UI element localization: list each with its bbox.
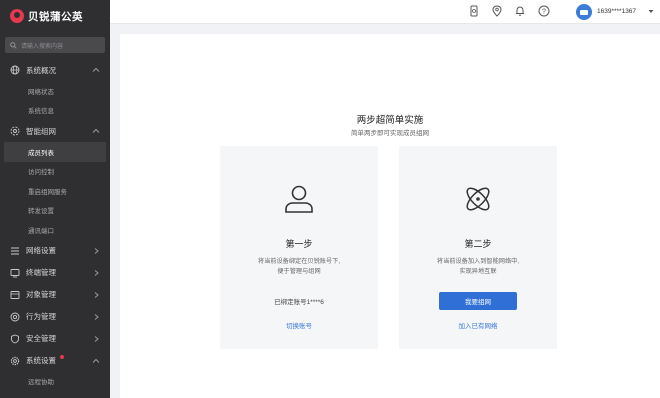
chevron-right-icon [94,247,99,254]
globe-icon [10,65,20,75]
list-icon [10,246,20,256]
step2-desc-line2: 实现异地互联 [459,268,497,275]
gear-icon [10,356,20,366]
help-icon[interactable]: ? [538,5,550,17]
sidebar-group-label: 终端管理 [26,268,56,277]
sidebar-item-access-control[interactable]: 访问控制 [0,162,110,182]
join-network-link[interactable]: 加入已有网络 [399,320,557,330]
page-title: 两步超简单实施 [356,115,424,126]
svg-text:?: ? [542,9,546,16]
sidebar-group-system-settings[interactable]: 系统设置 [0,350,110,372]
location-icon[interactable] [491,5,503,17]
atom-icon [466,187,490,211]
sidebar-group-label: 系统设置 [26,356,56,365]
step1-description: 将当前设备绑定在贝锐账号下, 便于管理与组网 [220,257,378,277]
terminal-icon [10,268,20,278]
avatar[interactable] [576,4,592,20]
logo-icon [10,9,24,23]
sidebar-group-object[interactable]: 对象管理 [0,284,110,306]
chevron-up-icon [92,128,100,133]
sidebar-group-label: 对象管理 [26,290,56,299]
sidebar-item-comm-port[interactable]: 通讯端口 [0,220,110,240]
step1-title: 第一步 [285,239,313,249]
sidebar-group-smart-network[interactable]: 智能组网 [0,120,110,142]
caret-down-icon[interactable] [648,9,654,14]
network-icon [10,126,20,136]
sidebar-item-system-info[interactable]: 系统信息 [0,101,110,121]
brand[interactable]: 贝锐蒲公英 [0,0,110,32]
sidebar-group-label: 系统概况 [26,65,56,75]
sidebar-group-label: 安全管理 [26,334,56,343]
step2-card: 第二步 将当前设备加入到智能网络中, 实现异地互联 我要组网 加入已有网络 [399,146,557,349]
sidebar-group-label: 网络设置 [26,246,56,255]
search-placeholder: 请输入搜索内容 [21,43,64,50]
step1-desc-line1: 将当前设备绑定在贝锐账号下, [257,258,341,265]
chevron-up-icon [92,358,100,363]
notification-badge [60,354,64,359]
bound-account: 已绑定账号1****6 [274,299,324,306]
chevron-right-icon [94,335,99,342]
sidebar-group-behavior[interactable]: 行为管理 [0,306,110,328]
sidebar-group-network-settings[interactable]: 网络设置 [0,240,110,262]
step2-description: 将当前设备加入到智能网络中, 实现异地互联 [399,257,557,277]
bell-icon[interactable] [514,5,526,17]
device-icon[interactable] [468,5,480,17]
shield-icon [10,334,20,344]
page-subtitle: 简单两步即可实现成员组网 [351,130,429,137]
chevron-right-icon [94,291,99,298]
user-icon [285,185,313,213]
switch-account-link[interactable]: 切换账号 [220,320,378,330]
user-account[interactable]: 1639****1367 [597,8,636,15]
sidebar-group-overview[interactable]: 系统概况 [0,59,110,81]
sidebar-group-security[interactable]: 安全管理 [0,328,110,350]
sidebar-item-remote-assist[interactable]: 远程协助 [0,372,110,392]
search-icon [10,41,17,49]
sidebar-group-label: 行为管理 [26,312,56,321]
sidebar-item-member-list[interactable]: 成员列表 [4,142,106,162]
chevron-right-icon [94,269,99,276]
sidebar-group-terminal[interactable]: 终端管理 [0,262,110,284]
sidebar-group-label: 智能组网 [26,126,56,136]
sidebar-item-network-status[interactable]: 网络状态 [0,81,110,101]
step2-title: 第二步 [464,239,492,249]
step1-desc-line2: 便于管理与组网 [277,268,321,275]
object-icon [10,290,20,300]
chevron-right-icon [94,313,99,320]
sidebar-item-restart-service[interactable]: 重启组网服务 [0,181,110,201]
top-header: ? 1639****1367 [110,0,660,24]
sidebar-item-forward-settings[interactable]: 转发设置 [0,201,110,221]
chevron-up-icon [92,67,100,72]
main-panel: 两步超简单实施 简单两步即可实现成员组网 第一步 将当前设备绑定在贝锐账号下, … [120,34,660,398]
step1-card: 第一步 将当前设备绑定在贝锐账号下, 便于管理与组网 已绑定账号1****6 切… [220,146,378,349]
brand-name: 贝锐蒲公英 [28,10,83,23]
behavior-icon [10,312,20,322]
sidebar: 贝锐蒲公英 请输入搜索内容 系统概况 网络状态 系统信息 智能组网 成员列表 访… [0,0,110,398]
search-input[interactable]: 请输入搜索内容 [5,37,105,53]
create-network-button[interactable]: 我要组网 [439,292,517,310]
step2-desc-line1: 将当前设备加入到智能网络中, [436,258,520,265]
